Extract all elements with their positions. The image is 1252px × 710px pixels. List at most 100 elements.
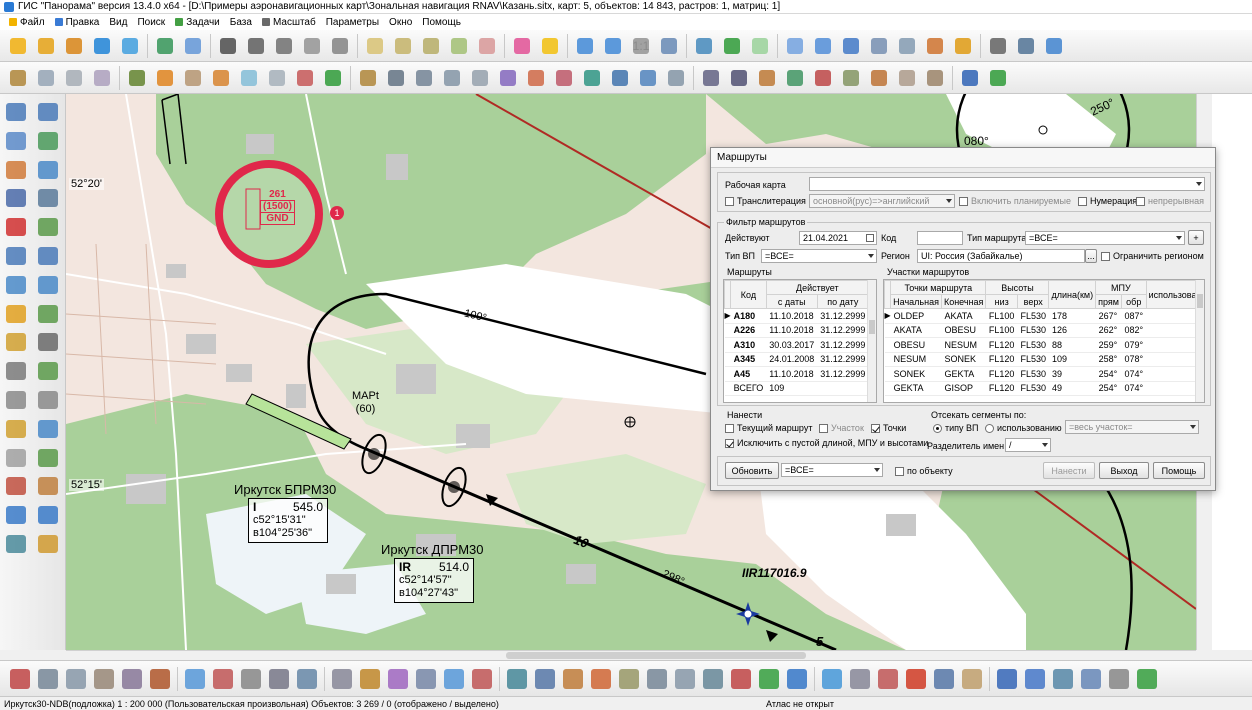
whole-segment-select[interactable]: =весь участок= [1065,420,1199,434]
database2-icon[interactable] [356,66,380,90]
chart-sheet-icon[interactable] [895,66,919,90]
edit-pencil-icon[interactable] [0,156,32,185]
route-remove-icon[interactable] [210,666,236,692]
exclude-empty-checkbox[interactable]: Исключить с пустой длиной, МПУ и высотам… [725,438,928,448]
binoculars-next-icon[interactable] [272,34,296,58]
menu-search[interactable]: Поиск [132,17,170,28]
airspace-icon[interactable] [811,66,835,90]
column-reverse[interactable]: обр [1120,294,1147,309]
effective-date-field[interactable]: 21.04.2021 [799,231,877,245]
rnav-icon[interactable] [496,66,520,90]
help-button[interactable]: Помощь [1153,462,1205,479]
globe-layers-icon[interactable] [118,34,142,58]
copy-object-icon[interactable] [32,300,64,329]
runway-add-icon[interactable] [644,666,670,692]
separator-select[interactable]: / [1005,438,1051,452]
menu-tasks[interactable]: Задачи [170,17,225,28]
runway-remove-icon[interactable] [728,666,754,692]
brick-wall-icon[interactable] [147,666,173,692]
waypoint-fork-icon[interactable] [636,66,660,90]
rubber-icon[interactable] [0,328,32,357]
table-row[interactable]: A310 30.03.2017 31.12.2999 [724,337,869,353]
aircraft-db-icon[interactable] [119,666,145,692]
snapshot-icon[interactable] [0,530,32,559]
column-low[interactable]: низ [985,294,1018,309]
zoom-out-icon[interactable] [573,34,597,58]
table-row[interactable]: ▶ OLDEP AKATA FL100 FL530 178 267° 087° [884,308,1204,324]
work-map-select[interactable] [809,177,1205,191]
binoculars-disabled-icon[interactable] [300,34,324,58]
cloud-icon[interactable] [441,666,467,692]
palette-icon[interactable] [510,34,534,58]
scissors-icon[interactable] [0,184,32,213]
exit-arrow-icon[interactable] [986,66,1010,90]
text-abc-icon[interactable] [0,386,32,415]
aircraft-delete-icon[interactable] [91,666,117,692]
column-start[interactable]: Начальная [890,294,942,309]
help-cursor-icon[interactable] [1042,34,1066,58]
abc-list-icon[interactable] [62,66,86,90]
runway-edit-icon[interactable] [672,666,698,692]
table-row[interactable]: SONEK GEKTA FL120 FL530 39 254° 074° [884,366,1204,382]
arc-route-icon[interactable] [524,66,548,90]
settings-gear-icon[interactable] [32,530,64,559]
layers-order-icon[interactable] [32,472,64,501]
zoom-in-icon[interactable] [601,34,625,58]
route-edit-icon[interactable] [266,666,292,692]
segment-checkbox[interactable]: Участок [819,423,864,433]
database-icon[interactable] [6,66,30,90]
check-object-icon[interactable] [391,34,415,58]
check-green-icon[interactable] [756,666,782,692]
apply-button[interactable]: Нанести [1043,462,1095,479]
layers-icon[interactable] [153,34,177,58]
pin-map-icon[interactable] [7,666,33,692]
no-aircraft-icon[interactable] [181,66,205,90]
aircraft-blue-icon[interactable] [819,666,845,692]
column-high[interactable]: верх [1016,294,1050,309]
graph2-icon[interactable] [385,666,411,692]
exit-button[interactable]: Выход [1099,462,1149,479]
notam-icon[interactable] [867,66,891,90]
translit-select[interactable]: основной(рус)=>английский [809,194,955,208]
airport-db-icon[interactable] [755,66,779,90]
route-type-select[interactable]: =ВСЕ= [1025,231,1185,245]
menu-help[interactable]: Помощь [417,17,466,28]
aircraft-segment-icon[interactable] [412,66,436,90]
select-object-icon[interactable] [363,34,387,58]
waypoint-db-icon[interactable] [560,666,586,692]
column-end[interactable]: Конечная [940,294,987,309]
text-abc2-icon[interactable] [32,386,64,415]
aircraft-edit-icon[interactable] [63,666,89,692]
move-point-icon[interactable] [0,242,32,271]
print-preview-icon[interactable] [1014,34,1038,58]
open-folder-icon[interactable] [34,34,58,58]
menu-database[interactable]: База [225,17,257,28]
menu-file[interactable]: Файл [4,17,50,28]
redo-icon[interactable] [32,501,64,530]
zoom-1to1-button[interactable]: 1:1 [629,34,653,58]
delete-x-icon[interactable] [0,213,32,242]
column-code[interactable]: Код [730,280,767,309]
column-mpu[interactable]: МПУ [1095,280,1147,295]
menu-parameters[interactable]: Параметры [321,17,384,28]
globe-cursor-icon[interactable] [811,34,835,58]
column-to[interactable]: по дату [816,294,869,309]
translit-ab-icon[interactable] [34,66,58,90]
draw-line-icon[interactable] [0,98,32,127]
l-shape-icon[interactable] [931,666,957,692]
delete-object-icon[interactable] [475,34,499,58]
points-checkbox[interactable]: Точки [871,423,906,433]
runway-db-icon[interactable] [700,666,726,692]
add-point-icon[interactable] [32,242,64,271]
compass-rose-icon[interactable] [32,156,64,185]
search-plus-icon[interactable] [32,415,64,444]
sector-grid-icon[interactable] [664,66,688,90]
limit-region-checkbox[interactable]: Ограничить регионом [1101,251,1204,261]
table-row[interactable]: A45 11.10.2018 31.12.2999 [724,366,869,382]
table-row[interactable]: AKATA OBESU FL100 FL530 126 262° 082° [884,323,1204,338]
map-horizontal-scrollbar[interactable] [66,650,1196,660]
table-window-icon[interactable] [839,34,863,58]
route-db-icon[interactable] [238,666,264,692]
chart-sheet2-icon[interactable] [923,66,947,90]
column-direct[interactable]: прям [1095,294,1122,309]
